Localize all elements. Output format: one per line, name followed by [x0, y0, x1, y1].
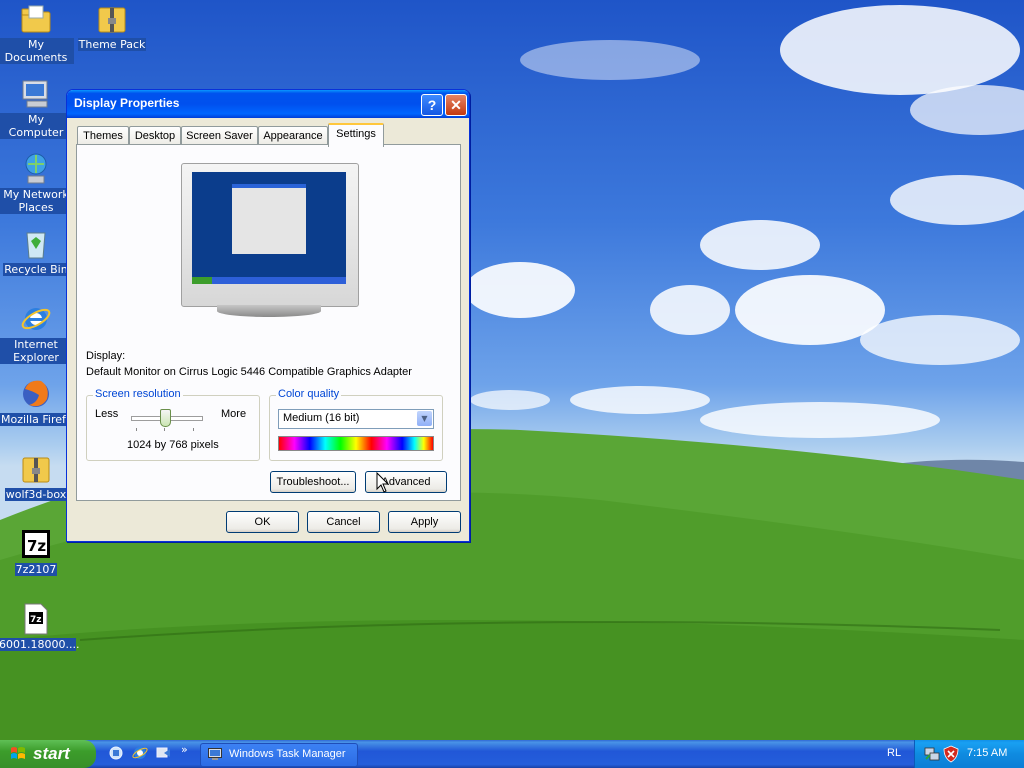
tab-desktop[interactable]: Desktop	[129, 126, 181, 145]
taskbar: start » Windows Task Manager RL 7:15 AM	[0, 740, 1024, 768]
desktop-icon-mozilla-firefox[interactable]: Mozilla Firefox	[0, 377, 74, 429]
slider-tick	[136, 428, 137, 431]
internet-explorer-icon[interactable]	[132, 745, 148, 761]
dialog-title: Display Properties	[74, 96, 180, 110]
display-value: Default Monitor on Cirrus Logic 5446 Com…	[86, 366, 412, 378]
desktop-icon-my-computer[interactable]: My Computer	[0, 77, 74, 139]
desktop-icon-label: 6001.18000....	[0, 638, 80, 651]
folder-icon	[19, 2, 53, 36]
tab-settings[interactable]: Settings	[328, 123, 384, 147]
desktop-icon-label: My Network Places	[0, 188, 74, 214]
desktop-icon-label: My Computer	[0, 113, 74, 139]
desktop-icon-recycle-bin[interactable]: Recycle Bin	[0, 227, 74, 276]
mouse-cursor-icon	[376, 472, 390, 493]
resolution-less-label: Less	[95, 408, 119, 420]
preview-window	[232, 184, 306, 254]
cancel-button[interactable]: Cancel	[307, 511, 380, 533]
resolution-slider-thumb[interactable]	[160, 409, 171, 427]
preview-taskbar	[192, 277, 346, 284]
help-button[interactable]: ?	[421, 94, 443, 116]
desktop-icon-label: Mozilla Firefox	[0, 413, 72, 426]
desktop-icon-archive-file[interactable]: 7z 6001.18000....	[0, 602, 80, 651]
svg-text:7z: 7z	[30, 615, 42, 625]
zip-folder-icon	[19, 452, 53, 486]
system-tray: 7:15 AM	[914, 740, 1024, 768]
troubleshoot-button[interactable]: Troubleshoot...	[270, 471, 356, 493]
ie-icon	[19, 302, 53, 336]
monitor-bezel	[181, 163, 359, 307]
language-indicator[interactable]: RL	[887, 747, 901, 759]
color-quality-select[interactable]: Medium (16 bit) ▼	[278, 409, 434, 429]
color-quality-value: Medium (16 bit)	[283, 412, 360, 424]
monitor-screen	[192, 172, 346, 284]
show-desktop-icon[interactable]	[108, 745, 124, 761]
settings-panel: Display: Default Monitor on Cirrus Logic…	[76, 144, 461, 501]
security-shield-icon[interactable]	[943, 745, 959, 763]
desktop-icon-my-network-places[interactable]: My Network Places	[0, 152, 74, 214]
taskbar-button-task-manager[interactable]: Windows Task Manager	[200, 743, 358, 767]
desktop-icon-label: wolf3d-box	[4, 488, 68, 501]
desktop-icon-wolf3d-box[interactable]: wolf3d-box	[0, 452, 74, 501]
slider-tick	[164, 428, 165, 431]
clock[interactable]: 7:15 AM	[967, 747, 1007, 759]
chevron-down-icon[interactable]: ▼	[417, 411, 432, 426]
color-quality-legend: Color quality	[276, 388, 342, 400]
desktop-icon-internet-explorer[interactable]: Internet Explorer	[0, 302, 74, 364]
color-quality-group: Color quality Medium (16 bit) ▼	[269, 388, 443, 461]
desktop-icon-my-documents[interactable]: My Documents	[0, 2, 74, 64]
desktop-icon-label: Recycle Bin	[3, 263, 69, 276]
media-player-icon[interactable]	[155, 745, 171, 761]
desktop-icon-label: Internet Explorer	[0, 338, 74, 364]
start-label: start	[33, 744, 70, 763]
taskbar-button-label: Windows Task Manager	[229, 748, 346, 760]
monitor-stand	[217, 305, 321, 317]
tab-themes[interactable]: Themes	[77, 126, 129, 145]
display-label: Display:	[86, 350, 126, 362]
preview-start	[192, 277, 212, 284]
resolution-more-label: More	[221, 408, 247, 420]
apply-button[interactable]: Apply	[388, 511, 461, 533]
tab-appearance[interactable]: Appearance	[258, 126, 328, 145]
computer-icon	[19, 77, 53, 111]
7zip-icon: 7z	[19, 527, 53, 561]
zip-folder-icon	[95, 2, 129, 36]
tab-screen-saver[interactable]: Screen Saver	[181, 126, 258, 145]
recycle-bin-icon	[19, 227, 53, 261]
desktop-icon-label: My Documents	[0, 38, 74, 64]
ok-button[interactable]: OK	[226, 511, 299, 533]
resolution-value: 1024 by 768 pixels	[127, 439, 219, 451]
svg-text:7z: 7z	[27, 537, 46, 555]
network-status-icon[interactable]	[924, 746, 940, 762]
task-manager-icon	[208, 748, 222, 760]
windows-logo-icon	[11, 747, 25, 759]
screen-resolution-group: Screen resolution Less More 1024 by 768 …	[86, 388, 260, 461]
screen-resolution-legend: Screen resolution	[93, 388, 183, 400]
network-icon	[19, 152, 53, 186]
start-button[interactable]: start	[0, 740, 96, 768]
7z-file-icon: 7z	[19, 602, 53, 636]
title-bar[interactable]: Display Properties ? ✕	[67, 90, 469, 118]
color-spectrum-bar	[278, 436, 434, 451]
desktop-icon-label: Theme Pack	[77, 38, 147, 51]
desktop-icon-label: 7z2107	[14, 563, 58, 576]
close-button[interactable]: ✕	[445, 94, 467, 116]
desktop-icon-theme-pack[interactable]: Theme Pack	[74, 2, 150, 51]
monitor-preview	[181, 163, 359, 323]
slider-tick	[193, 428, 194, 431]
firefox-icon	[19, 377, 53, 411]
quick-launch-more-button[interactable]: »	[181, 743, 197, 759]
dialog-body: Themes Desktop Screen Saver Appearance S…	[71, 118, 465, 537]
display-properties-dialog: Display Properties ? ✕ Themes Desktop Sc…	[66, 89, 470, 542]
desktop-icon-7z2107[interactable]: 7z 7z2107	[0, 527, 74, 576]
